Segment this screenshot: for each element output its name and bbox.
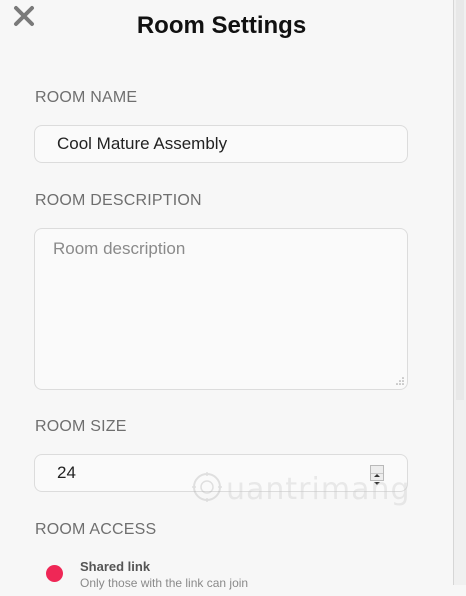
page-title: Room Settings	[136, 12, 307, 39]
increment-button[interactable]	[371, 466, 383, 477]
room-size-input[interactable]	[34, 454, 408, 492]
radio-option-title: Shared link	[80, 559, 151, 574]
room-access-label: ROOM ACCESS	[35, 521, 157, 538]
room-size-label: ROOM SIZE	[35, 418, 127, 435]
room-size-spinner	[370, 465, 384, 485]
room-name-input[interactable]	[34, 125, 408, 163]
room-description-label: ROOM DESCRIPTION	[35, 192, 202, 209]
decrement-button[interactable]	[371, 473, 383, 485]
resize-grip-icon[interactable]	[396, 377, 404, 385]
arrow-down-icon	[374, 482, 380, 485]
room-size-stepper	[34, 454, 408, 492]
room-settings-panel: Room Settings ROOM NAME ROOM DESCRIPTION…	[0, 0, 454, 590]
scrollbar[interactable]	[454, 0, 466, 585]
room-name-label: ROOM NAME	[35, 89, 138, 106]
shared-link-radio[interactable]	[46, 565, 63, 582]
room-access-option-shared-link[interactable]: Shared link Only those with the link can…	[44, 556, 424, 596]
scrollbar-thumb[interactable]	[456, 0, 464, 400]
room-description-textarea[interactable]	[34, 228, 408, 390]
radio-option-subtitle: Only those with the link can join	[80, 576, 249, 590]
